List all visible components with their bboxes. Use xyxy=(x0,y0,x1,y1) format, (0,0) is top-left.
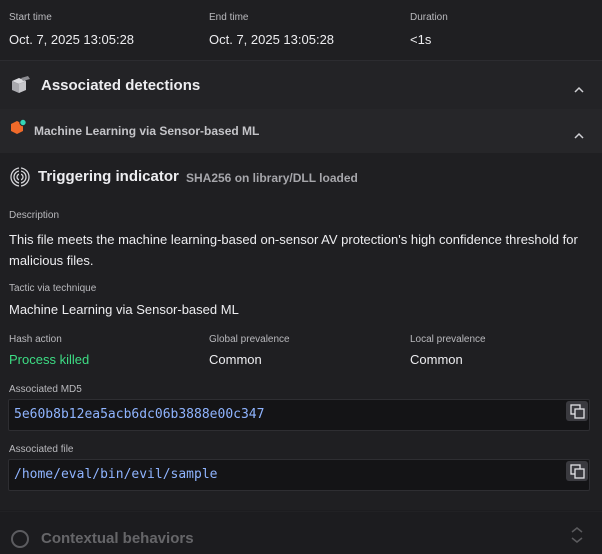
global-prevalence-value: Common xyxy=(209,352,262,367)
triggering-indicator-panel: Triggering indicator SHA256 on library/D… xyxy=(0,153,602,510)
local-prevalence-value: Common xyxy=(410,352,463,367)
file-value[interactable]: /home/eval/bin/evil/sample xyxy=(14,467,218,482)
associated-detections-title: Associated detections xyxy=(41,77,201,94)
shield-icon xyxy=(10,529,30,554)
start-time-value: Oct. 7, 2025 13:05:28 xyxy=(9,32,135,47)
global-prevalence-label: Global prevalence xyxy=(209,334,290,345)
copy-icon xyxy=(570,404,585,419)
associated-detections-header[interactable]: Associated detections xyxy=(0,61,602,109)
duration: Duration <1s xyxy=(410,12,448,49)
detection-row[interactable]: Machine Learning via Sensor-based ML xyxy=(0,109,602,153)
triggering-indicator-title: Triggering indicator xyxy=(38,168,179,185)
start-time-label: Start time xyxy=(9,12,52,23)
chevron-up-icon[interactable] xyxy=(573,127,585,139)
detection-name: Machine Learning via Sensor-based ML xyxy=(34,124,260,138)
local-prevalence-label: Local prevalence xyxy=(410,334,486,345)
copy-icon xyxy=(570,464,585,479)
duration-label: Duration xyxy=(410,12,448,23)
contextual-behaviors-title: Contextual behaviors xyxy=(41,530,194,547)
cubes-icon xyxy=(9,75,31,100)
file-field: /home/eval/bin/evil/sample xyxy=(8,459,590,491)
hexagon-icon xyxy=(10,118,28,142)
expand-icon[interactable] xyxy=(570,526,584,544)
end-time: End time Oct. 7, 2025 13:05:28 xyxy=(209,12,334,49)
copy-file-button[interactable] xyxy=(566,461,588,481)
hash-action-label: Hash action xyxy=(9,334,62,345)
summary-row: Start time Oct. 7, 2025 13:05:28 End tim… xyxy=(0,0,602,61)
chevron-up-icon[interactable] xyxy=(573,81,585,93)
fingerprint-icon xyxy=(9,166,31,193)
end-time-label: End time xyxy=(209,12,249,23)
contextual-behaviors-header[interactable]: Contextual behaviors xyxy=(0,511,602,548)
duration-value: <1s xyxy=(410,32,432,47)
md5-label: Associated MD5 xyxy=(9,384,82,395)
triggering-indicator-subtitle: SHA256 on library/DLL loaded xyxy=(186,171,358,185)
file-label: Associated file xyxy=(9,444,74,455)
start-time: Start time Oct. 7, 2025 13:05:28 xyxy=(9,12,134,49)
copy-md5-button[interactable] xyxy=(566,401,588,421)
md5-value[interactable]: 5e60b8b12ea5acb6dc06b3888e00c347 xyxy=(14,407,264,422)
hash-action-value: Process killed xyxy=(9,352,90,367)
tactic-label: Tactic via technique xyxy=(9,283,97,294)
md5-field: 5e60b8b12ea5acb6dc06b3888e00c347 xyxy=(8,399,590,431)
tactic-value: Machine Learning via Sensor-based ML xyxy=(9,302,239,317)
end-time-value: Oct. 7, 2025 13:05:28 xyxy=(209,32,335,47)
description-label: Description xyxy=(9,210,60,221)
description-text: This file meets the machine learning-bas… xyxy=(9,232,578,268)
